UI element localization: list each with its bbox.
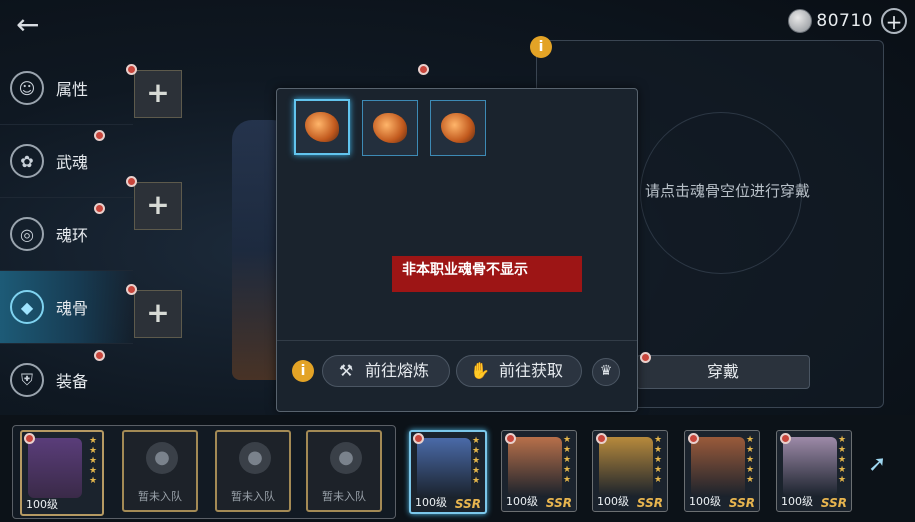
soul-bone-item[interactable]: [362, 100, 418, 156]
silver-coin-icon: [788, 9, 813, 33]
sidebar-item-martial-soul[interactable]: ✿ 武魂: [0, 125, 133, 198]
avatar: [599, 437, 653, 497]
level-label: 100级: [26, 498, 58, 511]
sidebar: ☺ 属性 ✿ 武魂 ◎ 魂环 ◆ 魂骨 ⛨ 装备: [0, 52, 133, 417]
coin-value: 80710: [816, 11, 873, 31]
currency-bar: 80710 +: [788, 6, 907, 36]
notification-dot: [126, 176, 137, 187]
sidebar-item-attribute[interactable]: ☺ 属性: [0, 52, 133, 125]
level-label: 100级: [781, 495, 813, 508]
go-obtain-label: 前往获取: [499, 361, 564, 380]
empty-team-slot[interactable]: ● 暂未入队: [306, 430, 382, 512]
soul-bone-icon: [305, 112, 339, 142]
equipment-icon: ⛨: [10, 363, 44, 397]
go-smelt-button[interactable]: ⚒ 前往熔炼: [322, 355, 450, 387]
star-rating: ★ ★ ★ ★ ★: [472, 436, 481, 486]
sidebar-item-soul-ring[interactable]: ◎ 魂环: [0, 198, 133, 271]
equip-hint-text: ，请点击魂骨空位进行穿戴: [630, 182, 811, 200]
go-smelt-label: 前往熔炼: [365, 361, 430, 380]
martial-soul-icon: ✿: [10, 144, 44, 178]
level-label: 100级: [506, 495, 538, 508]
quick-equip-icon[interactable]: ♛: [592, 358, 620, 386]
level-label: 100级: [689, 495, 721, 508]
rarity-badge: SSR: [728, 496, 755, 510]
sidebar-item-label: 魂环: [56, 226, 89, 245]
avatar: [28, 438, 82, 498]
add-currency-button[interactable]: +: [881, 8, 907, 34]
bone-slot-add-button[interactable]: +: [134, 70, 182, 118]
notification-dot: [126, 64, 137, 75]
rarity-badge: SSR: [545, 496, 572, 510]
sidebar-item-label: 武魂: [56, 153, 89, 172]
notification-dot: [94, 203, 105, 214]
scroll-arrow-icon[interactable]: ➚: [868, 452, 886, 477]
sidebar-item-label: 属性: [56, 80, 89, 99]
rarity-badge: SSR: [820, 496, 847, 510]
soul-bone-item[interactable]: [294, 99, 350, 155]
bone-slot-add-button[interactable]: +: [134, 290, 182, 338]
empty-slot-label: 暂未入队: [231, 490, 275, 503]
star-rating: ★ ★ ★ ★ ★: [654, 435, 663, 485]
notification-dot: [94, 350, 105, 361]
bone-slot-add-button[interactable]: +: [134, 182, 182, 230]
notification-dot: [94, 130, 105, 141]
hand-icon: ✋: [470, 361, 490, 380]
level-label: 100级: [597, 495, 629, 508]
notification-dot: [126, 284, 137, 295]
soul-bone-item[interactable]: [430, 100, 486, 156]
notification-dot: [688, 433, 699, 444]
sidebar-item-label: 魂骨: [56, 299, 89, 318]
star-rating: ★ ★ ★ ★ ★: [838, 435, 847, 485]
soul-bone-icon: [373, 113, 407, 143]
person-icon: ●: [239, 442, 271, 474]
notification-dot: [596, 433, 607, 444]
notification-dot: [413, 433, 424, 444]
sidebar-item-soul-bone[interactable]: ◆ 魂骨: [0, 271, 133, 344]
notification-dot: [418, 64, 429, 75]
star-rating: ★ ★ ★ ★ ★: [89, 436, 98, 486]
notification-dot: [780, 433, 791, 444]
person-icon: ●: [330, 442, 362, 474]
back-arrow-icon[interactable]: ←: [16, 10, 46, 40]
person-icon: ●: [146, 442, 178, 474]
hammer-icon: ⚒: [338, 361, 354, 380]
avatar: [417, 438, 471, 498]
sidebar-item-equipment[interactable]: ⛨ 装备: [0, 344, 133, 417]
empty-team-slot[interactable]: ● 暂未入队: [215, 430, 291, 512]
avatar: [508, 437, 562, 497]
empty-team-slot[interactable]: ● 暂未入队: [122, 430, 198, 512]
info-icon[interactable]: i: [292, 360, 314, 382]
avatar: [691, 437, 745, 497]
star-rating: ★ ★ ★ ★ ★: [746, 435, 755, 485]
info-icon[interactable]: i: [530, 36, 552, 58]
equip-button[interactable]: 穿戴: [636, 355, 810, 389]
notification-dot: [505, 433, 516, 444]
notification-dot: [640, 352, 651, 363]
rarity-badge: SSR: [454, 497, 481, 511]
empty-slot-label: 暂未入队: [138, 490, 182, 503]
soul-bone-icon: [441, 113, 475, 143]
notice-banner: 非本职业魂骨不显示: [392, 256, 582, 292]
empty-slot-label: 暂未入队: [322, 490, 366, 503]
notification-dot: [24, 433, 35, 444]
attribute-icon: ☺: [10, 71, 44, 105]
soul-ring-icon: ◎: [10, 217, 44, 251]
level-label: 100级: [415, 496, 447, 509]
sidebar-item-label: 装备: [56, 372, 89, 391]
go-obtain-button[interactable]: ✋ 前往获取: [456, 355, 582, 387]
soul-bone-icon: ◆: [10, 290, 44, 324]
avatar: [783, 437, 837, 497]
rarity-badge: SSR: [636, 496, 663, 510]
star-rating: ★ ★ ★ ★ ★: [563, 435, 572, 485]
